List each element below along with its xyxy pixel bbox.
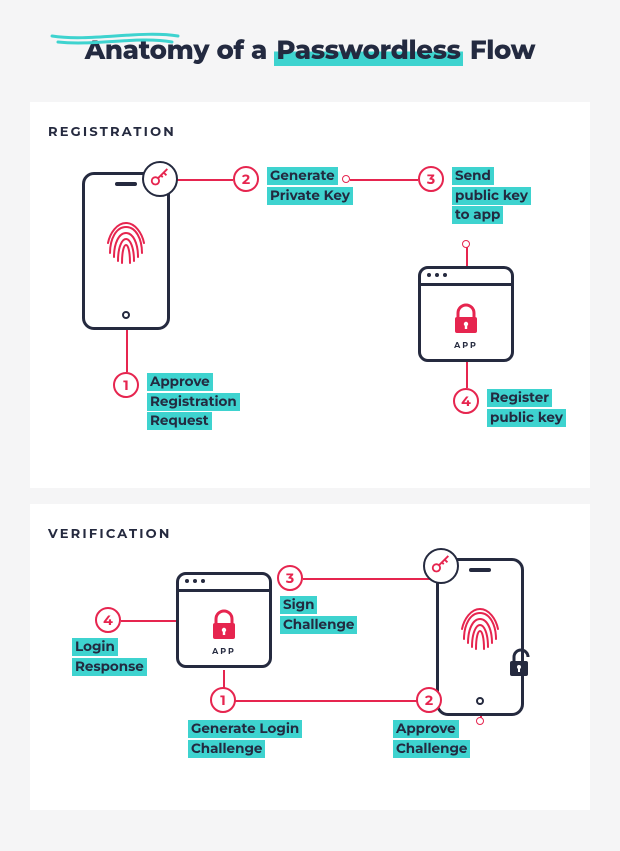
step-label-1: Generate LoginChallenge — [188, 720, 302, 759]
connector — [223, 700, 428, 702]
unlock-icon — [508, 648, 534, 678]
lock-icon — [452, 303, 480, 335]
connector — [466, 360, 468, 388]
registration-heading: REGISTRATION — [48, 124, 572, 140]
step-badge-3: 3 — [418, 166, 444, 192]
step-label-2: GeneratePrivate Key — [267, 167, 353, 206]
step-label-4: Registerpublic key — [487, 389, 566, 428]
connector — [126, 328, 128, 372]
connector-node — [462, 240, 470, 248]
key-icon — [430, 555, 452, 577]
connector-node — [476, 717, 484, 725]
phone-home-button-icon — [476, 697, 484, 705]
phone-home-button-icon — [122, 311, 130, 319]
step-badge-2: 2 — [233, 166, 259, 192]
key-icon — [149, 168, 171, 190]
step-badge-4: 4 — [453, 388, 479, 414]
window-controls-icon — [185, 579, 205, 583]
app-window: APP — [176, 572, 272, 668]
step-label-2: ApproveChallenge — [393, 720, 470, 759]
verification-diagram: APP 3 SignChallenge — [48, 560, 572, 790]
step-badge-1: 1 — [210, 687, 236, 713]
app-label: APP — [179, 647, 269, 657]
fingerprint-icon — [456, 599, 504, 659]
app-label: APP — [421, 341, 511, 351]
connector — [121, 620, 178, 622]
verification-heading: VERIFICATION — [48, 526, 572, 542]
connector — [303, 578, 438, 580]
step-label-3: Sendpublic keyto app — [452, 167, 531, 226]
title-pre: Anatomy of a — [85, 34, 275, 66]
fingerprint-icon — [102, 213, 150, 273]
verification-panel: VERIFICATION APP 3 SignChallenge — [30, 504, 590, 810]
connector — [350, 179, 418, 181]
step-label-3: SignChallenge — [280, 596, 357, 635]
key-badge — [423, 548, 459, 584]
key-badge — [142, 161, 178, 197]
registration-diagram: 2 GeneratePrivate Key 3 Sendpublic keyto… — [48, 158, 572, 468]
app-window: APP — [418, 266, 514, 362]
window-controls-icon — [427, 273, 447, 277]
lock-icon — [210, 609, 238, 641]
title-highlight: Passwordless — [274, 34, 462, 66]
step-label-4: LoginResponse — [72, 638, 147, 677]
step-badge-1: 1 — [113, 372, 139, 398]
step-label-1: ApproveRegistrationRequest — [147, 373, 240, 432]
title-post: Flow — [463, 34, 536, 66]
step-badge-2: 2 — [416, 687, 442, 713]
page-title: Anatomy of a Passwordless Flow — [0, 0, 620, 94]
step-badge-4: 4 — [95, 607, 121, 633]
step-badge-3: 3 — [277, 565, 303, 591]
registration-panel: REGISTRATION — [30, 102, 590, 488]
